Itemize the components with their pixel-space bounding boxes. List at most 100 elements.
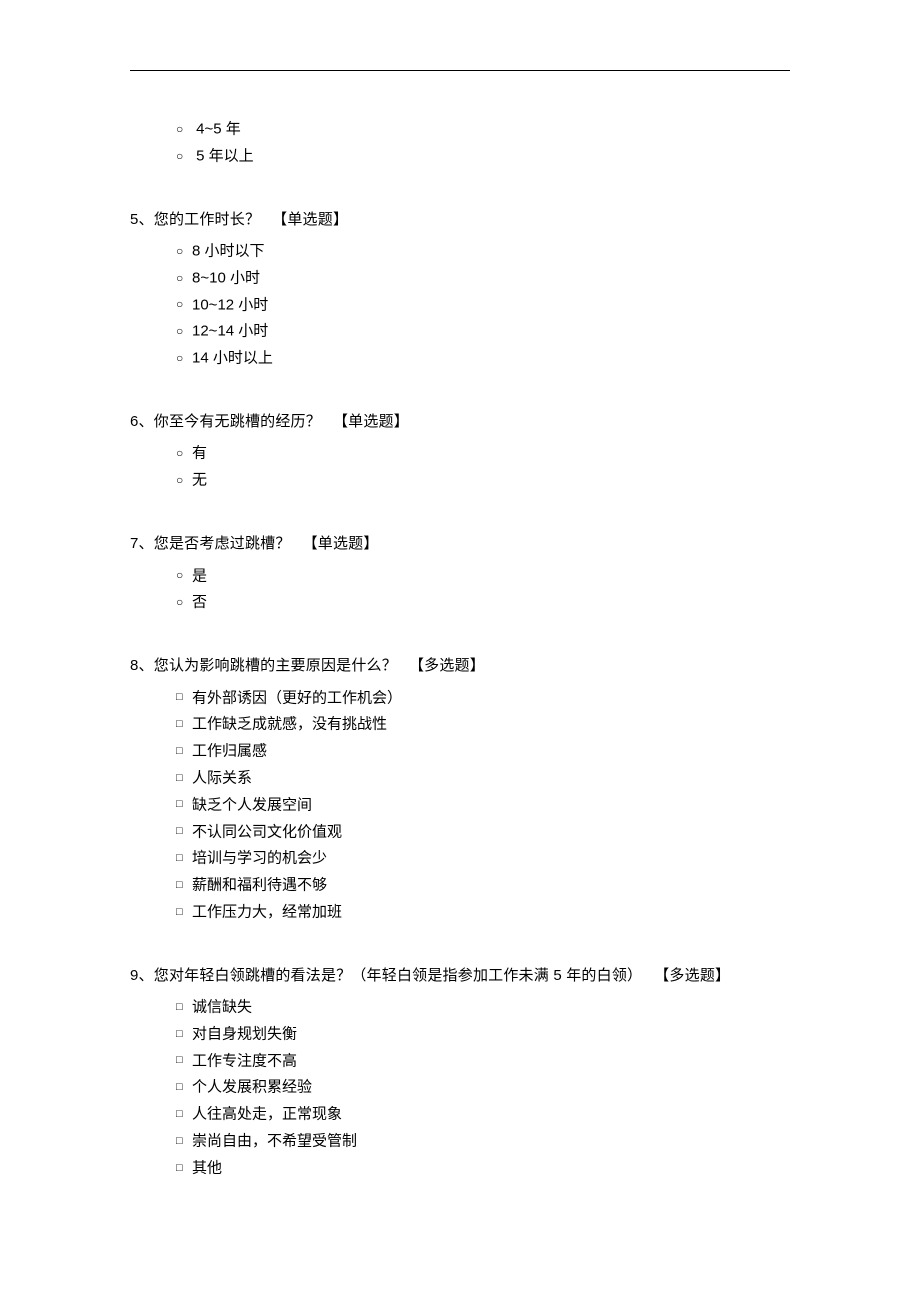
question-number: 8、 (130, 657, 154, 674)
checkbox-icon: □ (176, 1078, 192, 1097)
option-text: 10~12 小时 (192, 296, 268, 313)
option-line: ○无 (176, 467, 790, 493)
question-9: 9、您对年轻白领跳槽的看法是？（年轻白领是指参加工作未满 5 年的白领） 【多选题… (130, 963, 790, 1181)
option-line: □对自身规划失衡 (176, 1021, 790, 1047)
option-text: 个人发展积累经验 (192, 1079, 312, 1096)
option-line: □不认同公司文化价值观 (176, 819, 790, 845)
option-line: □薪酬和福利待遇不够 (176, 872, 790, 898)
radio-icon: ○ (176, 294, 192, 314)
option-line: ○是 (176, 563, 790, 589)
question-tag: 【单选题】 (333, 413, 409, 430)
radio-icon: ○ (176, 146, 192, 166)
checkbox-icon: □ (176, 1105, 192, 1124)
question-options: ○8 小时以下 ○8~10 小时 ○10~12 小时 ○12~14 小时 ○14… (176, 238, 790, 371)
option-line: ○有 (176, 440, 790, 466)
checkbox-icon: □ (176, 849, 192, 868)
option-line: □工作压力大，经常加班 (176, 899, 790, 925)
question-tag: 【单选题】 (272, 211, 348, 228)
option-text: 工作归属感 (192, 742, 267, 759)
question-8: 8、您认为影响跳槽的主要原因是什么？ 【多选题】 □有外部诱因（更好的工作机会） … (130, 653, 790, 925)
radio-icon: ○ (176, 348, 192, 368)
question-6: 6、你至今有无跳槽的经历？【单选题】 ○有 ○无 (130, 409, 790, 493)
option-text: 工作专注度不高 (192, 1052, 297, 1069)
option-text: 缺乏个人发展空间 (192, 796, 312, 813)
question-tag: 【单选题】 (303, 535, 379, 552)
option-text: 4~5 年 (196, 120, 241, 137)
question-options: □有外部诱因（更好的工作机会） □工作缺乏成就感，没有挑战性 □工作归属感 □人… (176, 685, 790, 925)
radio-icon: ○ (176, 268, 192, 288)
checkbox-icon: □ (176, 876, 192, 895)
option-text: 5 年以上 (196, 147, 254, 164)
question-options: ○是 ○否 (176, 563, 790, 616)
radio-icon: ○ (176, 119, 192, 139)
option-text: 人往高处走，正常现象 (192, 1106, 342, 1123)
option-line: □工作归属感 (176, 738, 790, 764)
question-number: 7、 (130, 535, 154, 552)
checkbox-icon: □ (176, 715, 192, 734)
option-line: □缺乏个人发展空间 (176, 792, 790, 818)
option-line: □崇尚自由，不希望受管制 (176, 1128, 790, 1154)
question-tag: 【多选题】 (409, 657, 485, 674)
question-title: 6、你至今有无跳槽的经历？【单选题】 (130, 409, 790, 435)
question-5: 5、您的工作时长？【单选题】 ○8 小时以下 ○8~10 小时 ○10~12 小… (130, 207, 790, 371)
question-title: 7、您是否考虑过跳槽？ 【单选题】 (130, 531, 790, 557)
question-tag: 【多选题】 (654, 967, 730, 984)
option-text: 12~14 小时 (192, 323, 268, 340)
radio-icon: ○ (176, 470, 192, 490)
option-line: □工作专注度不高 (176, 1048, 790, 1074)
option-line: ○12~14 小时 (176, 318, 790, 344)
option-line: □个人发展积累经验 (176, 1074, 790, 1100)
option-line: ○8~10 小时 (176, 265, 790, 291)
question-title: 8、您认为影响跳槽的主要原因是什么？ 【多选题】 (130, 653, 790, 679)
option-line: □人际关系 (176, 765, 790, 791)
option-line: ○10~12 小时 (176, 292, 790, 318)
option-line: □培训与学习的机会少 (176, 845, 790, 871)
option-text: 其他 (192, 1159, 222, 1176)
radio-icon: ○ (176, 241, 192, 261)
question-number: 9、 (130, 967, 154, 984)
option-line: ○ 5 年以上 (176, 143, 790, 169)
radio-icon: ○ (176, 565, 192, 585)
option-line: □有外部诱因（更好的工作机会） (176, 685, 790, 711)
radio-icon: ○ (176, 321, 192, 341)
question-options: □诚信缺失 □对自身规划失衡 □工作专注度不高 □个人发展积累经验 □人往高处走… (176, 994, 790, 1180)
option-text: 是 (192, 567, 207, 584)
question-content: 您是否考虑过跳槽？ (154, 535, 291, 552)
checkbox-icon: □ (176, 1051, 192, 1070)
checkbox-icon: □ (176, 769, 192, 788)
option-text: 培训与学习的机会少 (192, 850, 327, 867)
question-title: 5、您的工作时长？【单选题】 (130, 207, 790, 233)
radio-icon: ○ (176, 443, 192, 463)
leftover-options: ○ 4~5 年 ○ 5 年以上 (176, 116, 790, 169)
option-line: □工作缺乏成就感，没有挑战性 (176, 711, 790, 737)
option-text: 崇尚自由，不希望受管制 (192, 1132, 357, 1149)
option-line: □人往高处走，正常现象 (176, 1101, 790, 1127)
option-text: 无 (192, 472, 207, 489)
option-line: □其他 (176, 1155, 790, 1181)
question-content: 您认为影响跳槽的主要原因是什么？ (154, 657, 397, 674)
question-content: 您对年轻白领跳槽的看法是？（年轻白领是指参加工作未满 5 年的白领） (154, 967, 642, 984)
checkbox-icon: □ (176, 822, 192, 841)
option-text: 诚信缺失 (192, 998, 252, 1015)
option-text: 不认同公司文化价值观 (192, 823, 342, 840)
question-number: 5、 (130, 211, 154, 228)
option-text: 有外部诱因（更好的工作机会） (192, 689, 402, 706)
checkbox-icon: □ (176, 688, 192, 707)
checkbox-icon: □ (176, 998, 192, 1017)
option-line: ○否 (176, 589, 790, 615)
option-text: 工作缺乏成就感，没有挑战性 (192, 716, 387, 733)
question-number: 6、 (130, 413, 154, 430)
checkbox-icon: □ (176, 903, 192, 922)
option-text: 人际关系 (192, 769, 252, 786)
option-text: 否 (192, 594, 207, 611)
option-line: ○ 4~5 年 (176, 116, 790, 142)
document-page: ○ 4~5 年 ○ 5 年以上 5、您的工作时长？【单选题】 ○8 小时以下 ○… (0, 0, 920, 1302)
checkbox-icon: □ (176, 1025, 192, 1044)
radio-icon: ○ (176, 592, 192, 612)
option-text: 薪酬和福利待遇不够 (192, 876, 327, 893)
option-text: 有 (192, 445, 207, 462)
option-text: 8~10 小时 (192, 269, 260, 286)
option-text: 对自身规划失衡 (192, 1025, 297, 1042)
checkbox-icon: □ (176, 1132, 192, 1151)
question-7: 7、您是否考虑过跳槽？ 【单选题】 ○是 ○否 (130, 531, 790, 615)
